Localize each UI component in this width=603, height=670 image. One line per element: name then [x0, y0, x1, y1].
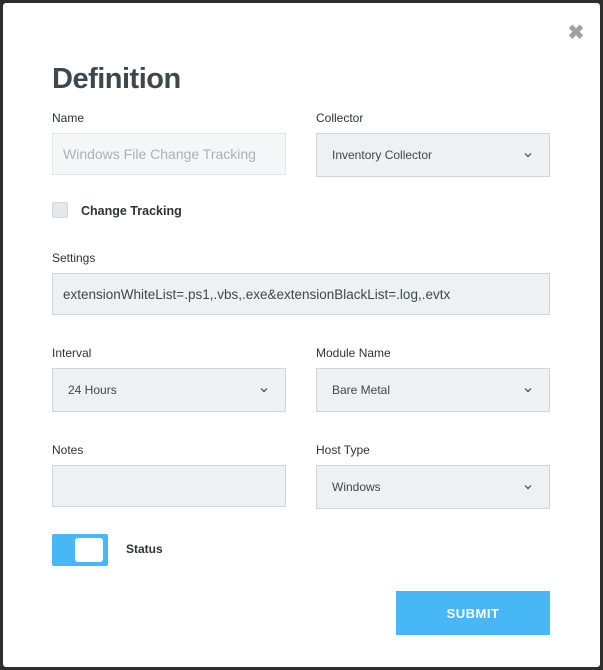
interval-label: Interval — [52, 346, 92, 360]
name-label: Name — [52, 111, 85, 125]
name-field[interactable]: Windows File Change Tracking — [52, 133, 286, 175]
notes-field[interactable] — [52, 465, 286, 507]
notes-label: Notes — [52, 443, 84, 457]
dialog-title: Definition — [52, 63, 181, 95]
chevron-down-icon — [260, 388, 268, 393]
submit-button[interactable]: SUBMIT — [396, 591, 550, 635]
host-type-value: Windows — [332, 480, 381, 494]
host-type-label: Host Type — [316, 443, 370, 457]
status-toggle[interactable] — [52, 534, 108, 566]
close-icon[interactable]: ✖ — [566, 23, 586, 43]
interval-value: 24 Hours — [68, 383, 117, 397]
collector-value: Inventory Collector — [332, 148, 433, 162]
chevron-down-icon — [524, 485, 532, 490]
chevron-down-icon — [524, 388, 532, 393]
change-tracking-label: Change Tracking — [81, 204, 182, 218]
module-name-select[interactable]: Bare Metal — [316, 368, 550, 412]
settings-value: extensionWhiteList=.ps1,.vbs,.exe&extens… — [63, 286, 451, 302]
chevron-down-icon — [524, 153, 532, 158]
settings-label: Settings — [52, 251, 96, 265]
collector-select[interactable]: Inventory Collector — [316, 133, 550, 177]
collector-label: Collector — [316, 111, 364, 125]
host-type-select[interactable]: Windows — [316, 465, 550, 509]
status-label: Status — [126, 542, 163, 556]
name-value: Windows File Change Tracking — [63, 146, 256, 162]
toggle-knob — [75, 538, 103, 562]
definition-dialog: ✖ Definition Name Windows File Change Tr… — [3, 3, 600, 667]
interval-select[interactable]: 24 Hours — [52, 368, 286, 412]
module-name-label: Module Name — [316, 346, 391, 360]
module-name-value: Bare Metal — [332, 383, 391, 397]
change-tracking-checkbox[interactable] — [52, 202, 68, 218]
settings-field[interactable]: extensionWhiteList=.ps1,.vbs,.exe&extens… — [52, 273, 550, 315]
